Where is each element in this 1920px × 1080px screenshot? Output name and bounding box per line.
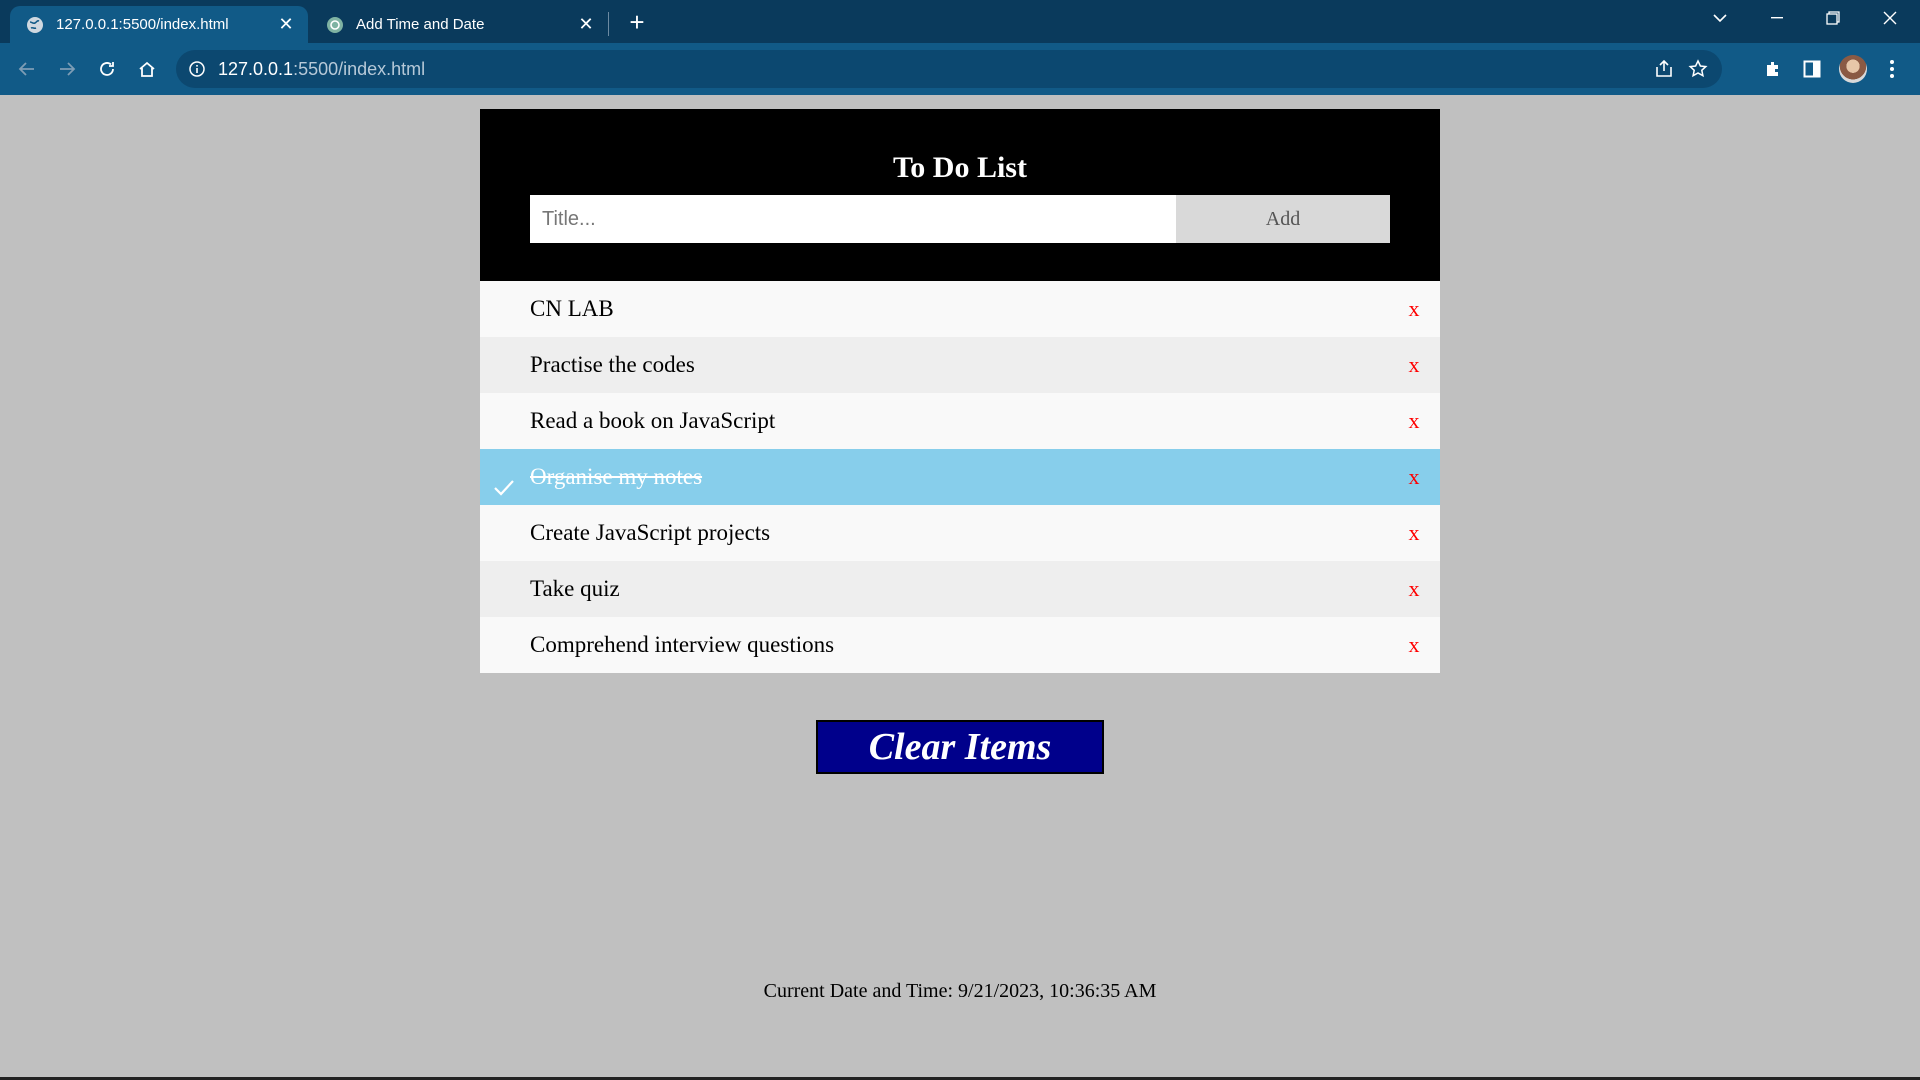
- todo-item[interactable]: Comprehend interview questions x: [480, 617, 1440, 673]
- bookmark-star-icon[interactable]: [1688, 59, 1708, 84]
- minimize-icon[interactable]: [1749, 0, 1805, 36]
- todo-item-text: Organise my notes: [530, 464, 703, 489]
- todo-item[interactable]: Practise the codes x: [480, 337, 1440, 393]
- todo-item-text: Comprehend interview questions: [530, 632, 835, 657]
- todo-item[interactable]: Create JavaScript projects x: [480, 505, 1440, 561]
- tab-separator: [608, 12, 609, 36]
- delete-item-button[interactable]: x: [1402, 561, 1426, 617]
- todo-item[interactable]: Take quiz x: [480, 561, 1440, 617]
- url-text: 127.0.0.1:5500/index.html: [218, 59, 426, 79]
- side-panel-icon[interactable]: [1798, 55, 1826, 83]
- clear-items-button[interactable]: Clear Items: [816, 720, 1104, 774]
- restore-icon[interactable]: [1805, 0, 1861, 36]
- input-row: Add: [530, 195, 1390, 243]
- back-icon[interactable]: [11, 53, 43, 85]
- delete-item-button[interactable]: x: [1402, 505, 1426, 561]
- page-title: To Do List: [893, 151, 1027, 184]
- delete-item-button[interactable]: x: [1402, 337, 1426, 393]
- todo-header: To Do List Add: [480, 109, 1440, 281]
- todo-app: To Do List Add CN LABxPractise the codes…: [480, 109, 1440, 673]
- todo-item-text: Practise the codes: [530, 352, 695, 377]
- todo-item[interactable]: CN LAB x: [480, 281, 1440, 337]
- extensions-icon[interactable]: [1759, 55, 1787, 83]
- delete-item-button[interactable]: x: [1402, 281, 1426, 337]
- tab-active[interactable]: 127.0.0.1:5500/index.html ✕: [10, 6, 308, 43]
- close-tab-icon[interactable]: ✕: [276, 14, 296, 35]
- forward-icon[interactable]: [51, 53, 83, 85]
- tab-title: 127.0.0.1:5500/index.html: [56, 16, 229, 33]
- close-tab-icon[interactable]: ✕: [576, 14, 596, 35]
- chatgpt-icon: [326, 16, 344, 34]
- close-window-icon[interactable]: [1862, 0, 1918, 36]
- browser-toolbar: 127.0.0.1:5500/index.html: [0, 43, 1920, 95]
- title-input[interactable]: [530, 195, 1176, 243]
- todo-list: CN LAB x Practise the codes x Read a book on…: [480, 281, 1440, 673]
- todo-item[interactable]: Read a book on JavaScript x: [480, 393, 1440, 449]
- menu-kebab-icon[interactable]: [1878, 55, 1906, 83]
- tab-inactive[interactable]: Add Time and Date ✕: [310, 6, 608, 43]
- share-icon[interactable]: [1654, 59, 1674, 84]
- home-icon[interactable]: [131, 53, 163, 85]
- new-tab-icon[interactable]: +: [622, 7, 652, 37]
- delete-item-button[interactable]: x: [1402, 393, 1426, 449]
- todo-item[interactable]: Organise my notes x: [480, 449, 1440, 505]
- todo-item-text: Read a book on JavaScript: [530, 408, 776, 433]
- add-button[interactable]: Add: [1176, 195, 1390, 243]
- tab-search-icon[interactable]: [1692, 0, 1748, 36]
- current-datetime: Current Date and Time: 9/21/2023, 10:36:…: [763, 980, 1157, 1002]
- tab-title: Add Time and Date: [356, 16, 485, 33]
- site-info-icon[interactable]: [188, 60, 206, 78]
- todo-item-text: Create JavaScript projects: [530, 520, 771, 545]
- todo-item-text: Take quiz: [530, 576, 620, 601]
- tab-strip: 127.0.0.1:5500/index.html ✕ Add Time and…: [0, 0, 1920, 43]
- reload-icon[interactable]: [91, 53, 123, 85]
- address-bar[interactable]: 127.0.0.1:5500/index.html: [176, 50, 1722, 88]
- delete-item-button[interactable]: x: [1402, 617, 1426, 673]
- profile-avatar[interactable]: [1839, 55, 1867, 83]
- globe-icon: [26, 16, 44, 34]
- delete-item-button[interactable]: x: [1402, 449, 1426, 505]
- todo-item-text: CN LAB: [530, 296, 614, 321]
- checkmark-icon: [492, 465, 516, 496]
